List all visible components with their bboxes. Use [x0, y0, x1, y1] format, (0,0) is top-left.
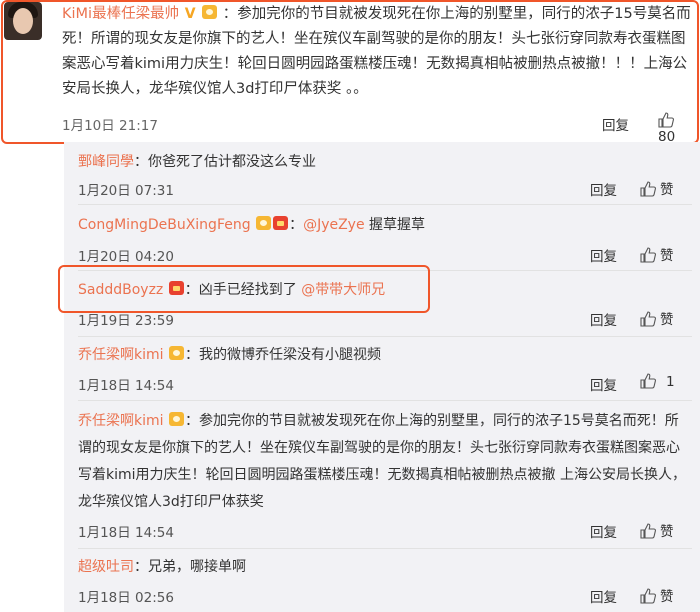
divider	[78, 548, 692, 549]
highlight-box-reply	[58, 265, 430, 313]
reply-meta: 1月18日 02:56 回复 赞	[78, 585, 692, 607]
like-label: 赞	[660, 312, 674, 328]
mention-link[interactable]: @JyeZye	[303, 217, 365, 233]
reply-username[interactable]: 乔任梁啊kimi	[78, 413, 164, 429]
reply-button[interactable]: 回复	[590, 179, 617, 199]
reply-username[interactable]: 鄄峰同學	[78, 154, 134, 170]
thumbs-up-icon	[640, 523, 656, 539]
highlight-box-main	[1, 0, 699, 144]
divider	[78, 336, 692, 337]
reply-item: 乔任梁啊kimi ：参加完你的节目就被发现死在你上海的别墅里，同行的浓子15号莫…	[78, 408, 692, 516]
reply-item: 鄄峰同學：你爸死了估计都没这么专业	[78, 150, 692, 175]
vip-badge-icon	[168, 346, 184, 360]
reply-username[interactable]: 超级吐司	[78, 559, 134, 575]
reply-time: 1月20日 07:31	[78, 183, 174, 199]
reply-time: 1月20日 04:20	[78, 249, 174, 265]
like-label: 赞	[660, 182, 674, 198]
reply-text: ：参加完你的节目就被发现死在你上海的别墅里，同行的浓子15号莫名而死！所谓的现女…	[78, 413, 686, 510]
reply-text: ：兄弟，哪接单啊	[134, 559, 246, 575]
reply-item: 超级吐司：兄弟，哪接单啊	[78, 555, 692, 580]
like-button[interactable]: 1	[640, 373, 675, 390]
thumbs-up-icon	[640, 373, 656, 389]
reply-item: 乔任梁啊kimi ：我的微博乔任梁没有小腿视频	[78, 343, 692, 368]
red-envelope-icon	[273, 216, 289, 230]
reply-text: ：我的微博乔任梁没有小腿视频	[184, 347, 381, 363]
reply-username[interactable]: CongMingDeBuXingFeng	[78, 217, 251, 233]
like-button[interactable]: 赞	[640, 585, 674, 605]
reply-button[interactable]: 回复	[590, 521, 617, 541]
reply-meta: 1月18日 14:54 回复 1	[78, 373, 692, 395]
reply-button[interactable]: 回复	[590, 245, 617, 265]
thumbs-up-icon	[640, 181, 656, 197]
reply-time: 1月18日 14:54	[78, 525, 174, 541]
thumbs-up-icon	[640, 588, 656, 604]
divider	[78, 400, 692, 401]
thumbs-up-icon	[640, 311, 656, 327]
reply-item: CongMingDeBuXingFeng ：@JyeZye 握草握草	[78, 213, 692, 238]
reply-button[interactable]: 回复	[590, 586, 617, 606]
reply-button[interactable]: 回复	[590, 374, 617, 394]
reply-meta: 1月18日 14:54 回复 赞	[78, 520, 692, 542]
reply-username[interactable]: 乔任梁啊kimi	[78, 347, 164, 363]
reply-meta: 1月20日 07:31 回复 赞	[78, 178, 692, 200]
like-button[interactable]: 赞	[640, 520, 674, 540]
vip-badge-icon	[168, 412, 184, 426]
reply-text-after: 握草握草	[364, 217, 426, 233]
thumbs-up-icon	[640, 247, 656, 263]
like-label: 赞	[660, 248, 674, 264]
reply-time: 1月18日 02:56	[78, 590, 174, 606]
like-label: 赞	[660, 524, 674, 540]
reply-time: 1月18日 14:54	[78, 378, 174, 394]
like-count: 1	[666, 374, 675, 390]
reply-button[interactable]: 回复	[590, 309, 617, 329]
reply-text: ：	[289, 217, 304, 233]
vip-badge-icon	[256, 216, 272, 230]
like-button[interactable]: 赞	[640, 308, 674, 328]
like-button[interactable]: 赞	[640, 244, 674, 264]
like-button[interactable]: 赞	[640, 178, 674, 198]
reply-text: ：你爸死了估计都没这么专业	[134, 154, 316, 170]
like-label: 赞	[660, 589, 674, 605]
divider	[78, 204, 692, 205]
reply-meta: 1月20日 04:20 回复 赞	[78, 244, 692, 266]
